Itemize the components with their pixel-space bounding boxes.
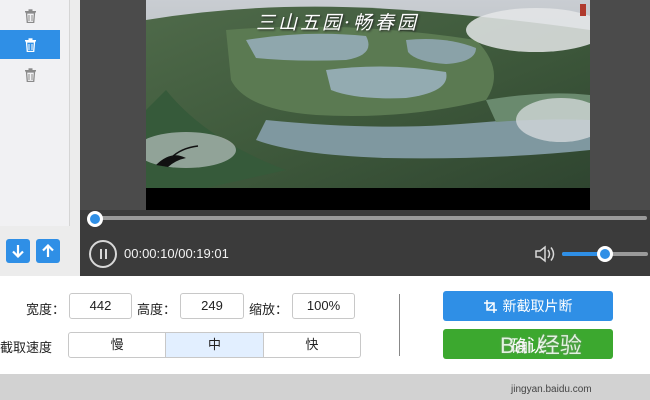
speed-option-medium[interactable]: 中 [166,333,264,357]
crop-icon [483,299,497,313]
move-down-button[interactable] [6,239,30,263]
letterbox-bar [146,188,590,210]
video-player: 三山五园·畅春园 00:00:10/00:19:01 [80,0,650,276]
trash-icon[interactable] [24,67,37,82]
pause-icon [104,249,107,259]
pause-icon [99,249,102,259]
height-field[interactable]: 249 [180,293,244,319]
volume-icon[interactable] [534,244,556,264]
watermark-url: jingyan.baidu.com [511,384,592,395]
progress-bar[interactable] [90,216,647,220]
trash-icon[interactable] [24,8,37,23]
speed-label: 截取速度 [0,340,53,355]
zoom-label: 缩放： [249,302,289,317]
list-item[interactable] [0,1,60,30]
volume-handle[interactable] [597,246,613,262]
list-item-selected[interactable] [0,30,60,59]
video-clip-dialog: 三山五园·畅春园 00:00:10/00:19:01 宽度： 442 高度： 2… [0,0,650,400]
speed-selector: 慢 中 快 [68,332,361,358]
speed-option-slow[interactable]: 慢 [69,333,167,357]
speed-option-fast[interactable]: 快 [264,333,360,357]
video-frame[interactable]: 三山五园·畅春园 [146,0,590,188]
clip-list-panel [0,0,70,226]
height-label: 高度： [137,302,177,317]
progress-handle[interactable] [87,211,103,227]
width-label: 宽度： [26,302,66,317]
arrow-down-icon [12,245,24,258]
video-title-overlay: 三山五园·畅春园 [256,12,420,34]
move-up-button[interactable] [36,239,60,263]
pause-button[interactable] [89,240,117,268]
zoom-field[interactable]: 100% [292,293,355,319]
watermark: Bai 经验 [500,333,582,358]
new-clip-button[interactable]: 新截取片断 [443,291,613,321]
trash-icon[interactable] [24,37,37,52]
new-clip-label: 新截取片断 [502,298,573,314]
arrow-up-icon [42,244,54,257]
timecode: 00:00:10/00:19:01 [124,246,229,261]
list-item[interactable] [0,60,60,89]
width-field[interactable]: 442 [69,293,132,319]
divider [399,294,400,356]
